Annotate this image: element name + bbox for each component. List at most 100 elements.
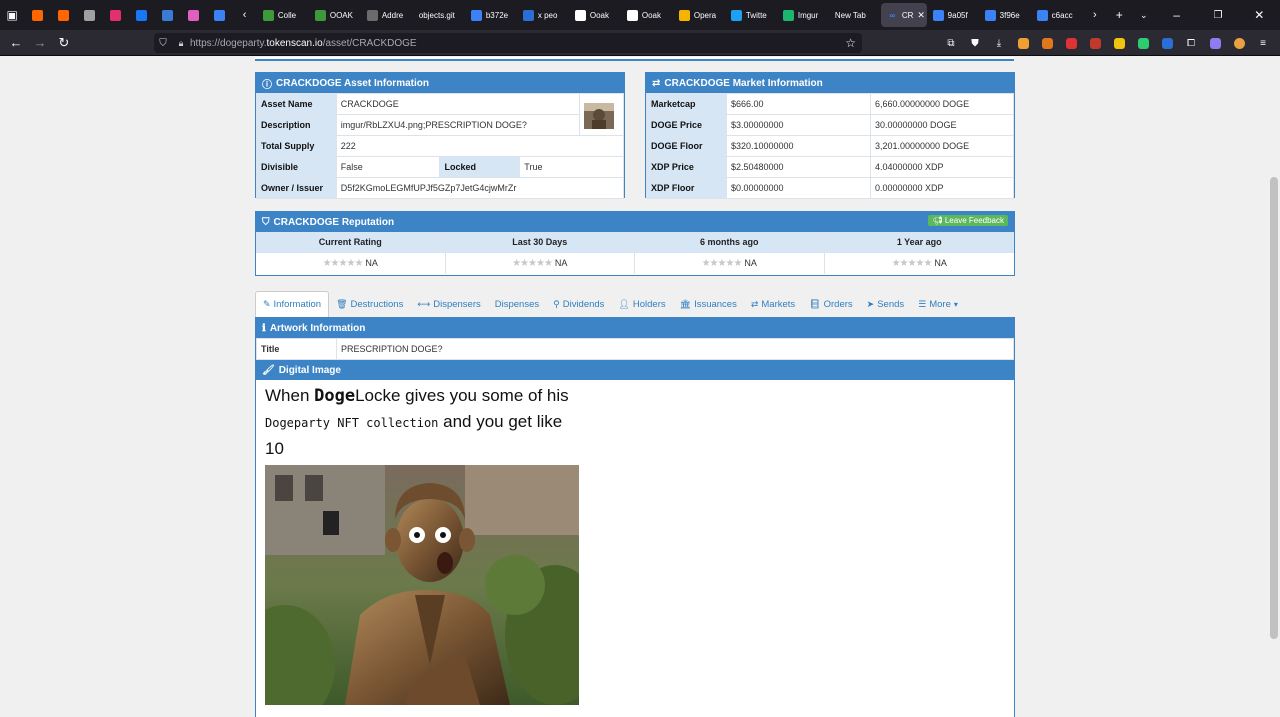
tab-active[interactable]: ∞ CR ✕ <box>880 3 927 27</box>
pinned-tab-4[interactable] <box>128 3 154 27</box>
tab-labeled_tabs-8[interactable]: Opera <box>673 3 725 27</box>
tab-labeled_tabs-11[interactable]: New Tab <box>829 3 881 27</box>
lock-icon[interactable]: 🔒︎ <box>172 38 190 49</box>
owner-link[interactable]: D5f2KGmoLEGMfUPJf5GZp7JetG4cjwMrZr <box>335 177 625 199</box>
extension-2-icon[interactable] <box>1060 33 1082 53</box>
asset-info-panel: ⓘ CRACKDOGE Asset Information Asset Name… <box>255 72 625 199</box>
reload-icon[interactable]: ↻ <box>52 32 76 54</box>
supply-label: Total Supply <box>256 135 337 157</box>
tab-issuances[interactable]: 🏛︎ Issuances <box>673 291 744 317</box>
trash-icon: 🗑︎ <box>336 298 348 309</box>
extension-7-icon[interactable] <box>1204 33 1226 53</box>
pocket-icon[interactable]: ⛊ <box>964 33 986 53</box>
market-label-cell: Marketcap <box>646 93 727 115</box>
tab-holders[interactable]: 👤︎ Holders <box>611 291 672 317</box>
tab-dispensers[interactable]: ⟷ Dispensers <box>410 291 487 317</box>
info-icon: ℹ <box>262 322 266 334</box>
market-row: XDP Price $2.50480000 4.04000000 XDP <box>646 156 1014 178</box>
reputation-value: NA <box>744 258 757 268</box>
asset-thumbnail[interactable] <box>579 93 624 136</box>
tab-close-icon[interactable]: ✕ <box>917 10 925 21</box>
tab-markets[interactable]: ⇄ Markets <box>744 291 802 317</box>
meme-line-1b: Doge <box>314 386 356 406</box>
menu-icon[interactable]: ≡ <box>1252 33 1274 53</box>
send-icon: ➤ <box>866 298 875 309</box>
tab-favicon-icon <box>984 9 996 21</box>
tab-trailing_tabs-0[interactable]: 9a05f <box>927 3 979 27</box>
back-icon[interactable]: ← <box>4 32 28 54</box>
tab-favicon-icon <box>932 9 944 21</box>
reputation-rating: ★★★★★ NA <box>825 253 1015 274</box>
download-icon[interactable]: ⤓ <box>988 33 1010 53</box>
close-window-icon[interactable]: ✕ <box>1239 3 1280 27</box>
tab-labeled_tabs-6[interactable]: Ooak <box>569 3 621 27</box>
tab-overview-icon[interactable]: ▣ <box>0 3 24 27</box>
pinned-tab-1[interactable] <box>50 3 76 27</box>
tab-information[interactable]: ✎ Information <box>255 291 330 317</box>
url-text[interactable]: https://dogeparty.tokenscan.io/asset/CRA… <box>190 38 417 49</box>
tab-sends[interactable]: ➤ Sends <box>860 291 911 317</box>
tab-trailing_tabs-2[interactable]: c6acc <box>1031 3 1083 27</box>
shield-icon[interactable]: ⛉ <box>154 38 172 49</box>
tab-labeled_tabs-9[interactable]: Twitte <box>725 3 777 27</box>
tab-dispenses[interactable]: Dispenses <box>488 291 546 317</box>
tab-label: Ooak <box>641 10 661 20</box>
extension-1-icon[interactable] <box>1012 33 1034 53</box>
tab-label: More <box>929 298 951 310</box>
meme-image[interactable]: When DogeLocke gives you some of his Dog… <box>265 383 581 705</box>
bookmark-star-icon[interactable]: ☆ <box>845 36 856 50</box>
pinned-tab-3[interactable] <box>102 3 128 27</box>
tab-labeled_tabs-2[interactable]: Addre <box>361 3 413 27</box>
tabs-scroll-right-icon[interactable]: › <box>1083 3 1107 27</box>
tab-more[interactable]: ☰ More ▾ <box>911 291 965 317</box>
pinned-tab-6[interactable] <box>180 3 206 27</box>
market-alt-cell: 6,660.00000000 DOGE <box>870 93 1014 115</box>
meme-line-2: Dogeparty NFT collection and you get lik… <box>265 409 581 461</box>
tab-labeled_tabs-5[interactable]: x peo <box>517 3 569 27</box>
tab-labeled_tabs-3[interactable]: objects.git <box>413 3 465 27</box>
pinned-tab-7[interactable] <box>206 3 232 27</box>
tab-dividends[interactable]: ⚲ Dividends <box>546 291 611 317</box>
page-scrollbar[interactable] <box>1268 57 1280 700</box>
market-label-cell: XDP Floor <box>646 177 727 199</box>
tab-trailing_tabs-1[interactable]: 3f96e <box>979 3 1031 27</box>
tab-labeled_tabs-7[interactable]: Ooak <box>621 3 673 27</box>
description-value: imgur/RbLZXU4.png;PRESCRIPTION DOGE? <box>335 114 581 136</box>
profile-icon[interactable] <box>1228 33 1250 53</box>
url-bar[interactable]: ⛉ 🔒︎ https://dogeparty.tokenscan.io/asse… <box>154 33 862 53</box>
tab-favicon-icon <box>366 9 378 21</box>
reputation-period-header: Last 30 Days <box>445 232 634 253</box>
extension-3-icon[interactable] <box>1084 33 1106 53</box>
tab-labeled_tabs-1[interactable]: OOAK <box>309 3 361 27</box>
screenshot-icon[interactable]: ⧉ <box>940 33 962 53</box>
extensions-puzzle-icon[interactable]: ⧠ <box>1180 33 1202 53</box>
pinned-tab-5[interactable] <box>154 3 180 27</box>
extension-4-icon[interactable] <box>1108 33 1130 53</box>
user-icon: 👤︎ <box>618 298 630 309</box>
tab-labeled_tabs-10[interactable]: Imgur <box>777 3 829 27</box>
tab-label: Imgur <box>797 10 819 20</box>
forward-icon[interactable]: → <box>28 32 52 54</box>
restore-icon[interactable]: ❐ <box>1197 3 1238 27</box>
info-circle-icon: ⓘ <box>262 79 272 91</box>
pinned-tab-0[interactable] <box>24 3 50 27</box>
reputation-period-header: 6 months ago <box>635 232 824 253</box>
tabs-scroll-left-icon[interactable]: ‹ <box>232 3 256 27</box>
metamask-icon[interactable] <box>1036 33 1058 53</box>
list-all-tabs-icon[interactable]: ⌄ <box>1132 3 1156 27</box>
minimize-icon[interactable]: – <box>1156 3 1197 27</box>
extension-6-icon[interactable] <box>1156 33 1178 53</box>
pencil-icon: ✎ <box>263 299 271 309</box>
pinned-tab-2[interactable] <box>76 3 102 27</box>
new-tab-icon[interactable]: + <box>1107 3 1131 27</box>
leave-feedback-button[interactable]: 📢︎ Leave Feedback <box>928 215 1008 226</box>
extension-5-icon[interactable] <box>1132 33 1154 53</box>
asset-name-label: Asset Name <box>256 93 337 115</box>
bank-icon: 🏛︎ <box>679 298 692 309</box>
tab-destructions[interactable]: 🗑︎ Destructions <box>329 291 410 317</box>
page-scrollbar-thumb[interactable] <box>1270 177 1278 639</box>
tab-labeled_tabs-4[interactable]: b372e <box>465 3 517 27</box>
reputation-value: NA <box>934 258 947 268</box>
tab-labeled_tabs-0[interactable]: Colle <box>257 3 309 27</box>
tab-orders[interactable]: 📘︎ Orders <box>802 291 859 317</box>
